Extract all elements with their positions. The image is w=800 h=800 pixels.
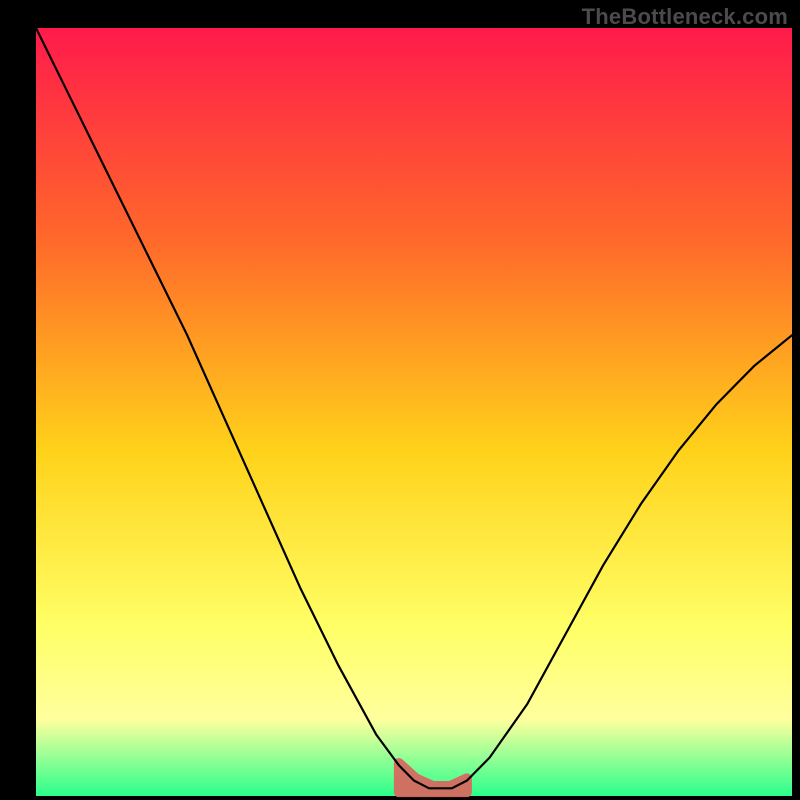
chart-frame: TheBottleneck.com (0, 0, 800, 800)
plot-background (36, 28, 792, 796)
bottleneck-chart (0, 0, 800, 800)
watermark-text: TheBottleneck.com (582, 4, 788, 30)
